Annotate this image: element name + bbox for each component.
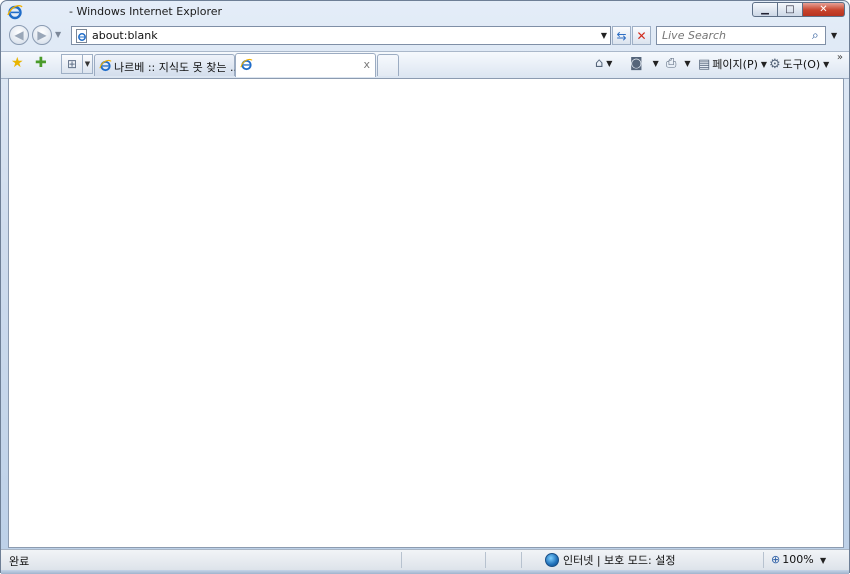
ie-page-icon	[99, 59, 112, 72]
window-title: - Windows Internet Explorer	[69, 5, 223, 18]
close-tab-icon[interactable]: x	[363, 58, 370, 71]
favorites-center-icon[interactable]: ★	[11, 55, 24, 71]
zoom-dropdown-icon[interactable]: ▼	[820, 556, 826, 565]
home-button[interactable]: ⌂ ▼	[595, 56, 612, 71]
zoom-level-text: 100%	[782, 553, 814, 566]
status-text: 완료	[9, 555, 30, 568]
add-to-favorites-icon[interactable]: ✚	[35, 55, 47, 71]
minimize-button[interactable]: ▁	[752, 2, 778, 17]
status-bar: 완료 인터넷 | 보호 모드: 설정 ⊕ 100% ▼	[1, 549, 849, 570]
search-icon[interactable]: ⌕	[812, 28, 819, 43]
address-bar[interactable]: about:blank ▼	[71, 26, 611, 45]
window-bottom-border	[1, 570, 849, 574]
window-controls: ▁ □ ✕	[752, 2, 845, 18]
address-dropdown-icon[interactable]: ▼	[601, 31, 607, 40]
tools-menu-button[interactable]: ⚙ 도구(O) ▼	[769, 56, 829, 72]
tab-list-dropdown-icon[interactable]: ▼	[83, 54, 93, 74]
tools-menu-label: 도구(O)	[782, 58, 821, 71]
new-tab-button[interactable]	[377, 54, 399, 76]
tab-blank-active[interactable]: x	[235, 53, 376, 77]
rss-feed-icon: ◙	[630, 56, 643, 71]
browser-window: - Windows Internet Explorer ▁ □ ✕ ◀ ▶ ▼ …	[0, 0, 850, 574]
security-zone-text: 인터넷 | 보호 모드: 설정	[563, 554, 676, 567]
page-menu-button[interactable]: ▤ 페이지(P) ▼	[698, 56, 767, 72]
security-zone[interactable]: 인터넷 | 보호 모드: 설정	[545, 552, 675, 568]
page-content-area[interactable]	[8, 78, 844, 548]
status-divider	[521, 552, 522, 568]
back-button[interactable]: ◀	[9, 25, 29, 45]
refresh-button[interactable]: ⇆	[612, 26, 631, 45]
home-icon: ⌂	[595, 56, 604, 71]
feeds-dropdown-icon[interactable]: ▼	[653, 59, 659, 68]
tab-label: 나르베 :: 지식도 못 찾는 ...	[114, 61, 241, 74]
search-box[interactable]: ⌕	[656, 26, 826, 45]
page-menu-label: 페이지(P)	[712, 58, 758, 71]
forward-button[interactable]: ▶	[32, 25, 52, 45]
home-dropdown-icon[interactable]: ▼	[606, 59, 612, 68]
status-divider	[485, 552, 486, 568]
title-bar[interactable]: - Windows Internet Explorer ▁ □ ✕	[1, 1, 849, 23]
address-text[interactable]: about:blank	[92, 29, 158, 42]
print-button[interactable]: ⎙ ▼	[666, 56, 691, 71]
page-menu-icon: ▤	[698, 56, 711, 72]
status-divider	[763, 552, 764, 568]
zoom-level-button[interactable]: ⊕ 100%	[771, 553, 814, 566]
page-menu-dropdown-icon: ▼	[760, 59, 768, 69]
tools-menu-dropdown-icon: ▼	[823, 59, 830, 69]
page-icon	[76, 29, 87, 43]
search-options-dropdown-icon[interactable]: ▼	[831, 31, 837, 40]
quick-tabs-button[interactable]: ⊞	[61, 54, 83, 74]
ie-logo-icon	[7, 5, 23, 20]
ie-page-icon	[240, 58, 253, 71]
search-input[interactable]	[657, 27, 807, 44]
tab-bar: ★ ✚ ⊞ ▼ 나르베 :: 지식도 못 찾는 ... x ⌂ ▼ ◙ ▼ ⎙ …	[1, 51, 849, 79]
status-divider	[401, 552, 402, 568]
tab-naver[interactable]: 나르베 :: 지식도 못 찾는 ...	[94, 54, 240, 76]
print-dropdown-icon[interactable]: ▼	[684, 59, 690, 68]
maximize-button[interactable]: □	[778, 2, 803, 17]
stop-button[interactable]: ✕	[632, 26, 651, 45]
recent-pages-dropdown-icon[interactable]: ▼	[55, 30, 61, 39]
close-window-button[interactable]: ✕	[803, 2, 845, 17]
zoom-icon: ⊕	[771, 553, 781, 566]
feeds-button[interactable]: ◙ ▼	[630, 56, 659, 71]
globe-icon	[545, 553, 559, 567]
navigation-bar: ◀ ▶ ▼ about:blank ▼ ⇆ ✕ ⌕ ▼	[1, 24, 849, 50]
gear-icon: ⚙	[769, 56, 781, 72]
printer-icon: ⎙	[666, 56, 677, 71]
toolbar-overflow-chevron-icon[interactable]: »	[837, 52, 843, 63]
